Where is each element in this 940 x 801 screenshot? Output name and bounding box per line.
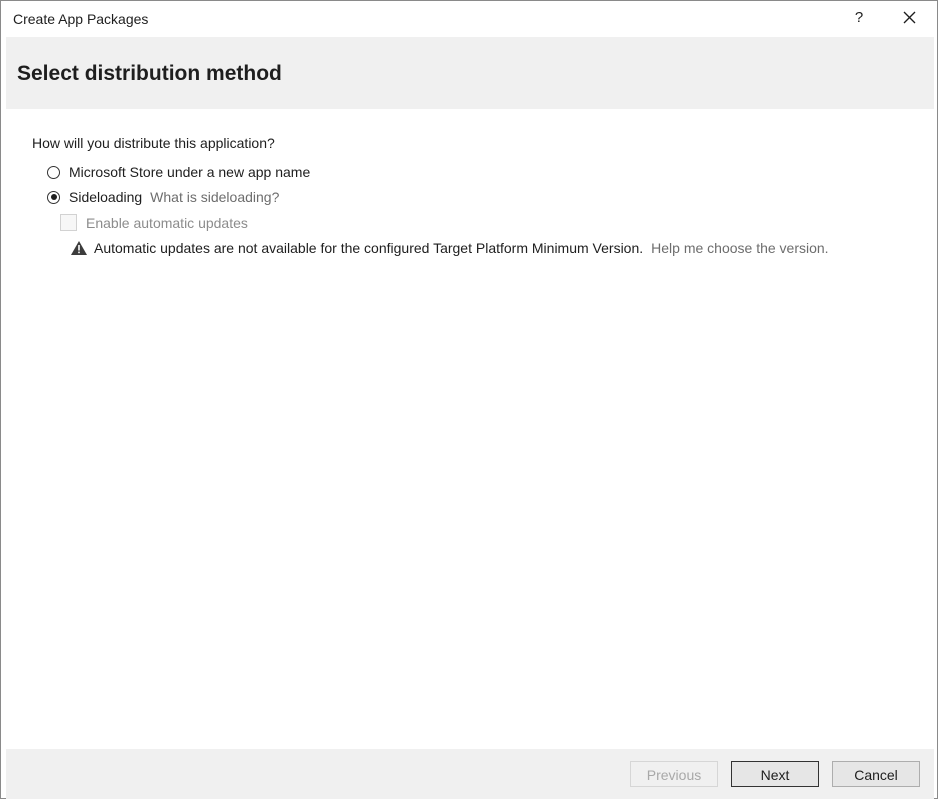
next-button[interactable]: Next	[731, 761, 819, 787]
previous-button[interactable]: Previous	[630, 761, 718, 787]
close-icon	[903, 11, 916, 24]
create-app-packages-dialog: Create App Packages ? Select distributio…	[0, 0, 938, 799]
warning-message: Automatic updates are not available for …	[70, 240, 829, 256]
warning-icon	[71, 241, 87, 255]
page-title: Select distribution method	[17, 62, 282, 85]
cancel-button[interactable]: Cancel	[832, 761, 920, 787]
checkbox-label: Enable automatic updates	[86, 214, 248, 231]
title-bar: Create App Packages ?	[1, 1, 937, 37]
option-sideloading[interactable]: Sideloading What is sideloading?	[47, 187, 279, 207]
help-choose-version-link[interactable]: Help me choose the version.	[651, 240, 828, 256]
enable-auto-updates-row[interactable]: Enable automatic updates	[60, 214, 248, 231]
option-microsoft-store[interactable]: Microsoft Store under a new app name	[47, 162, 310, 182]
what-is-sideloading-link[interactable]: What is sideloading?	[150, 189, 279, 205]
window-title: Create App Packages	[13, 11, 149, 27]
radio-microsoft-store[interactable]	[47, 165, 60, 179]
option-label: Microsoft Store under a new app name	[69, 164, 311, 180]
help-button[interactable]: ?	[847, 5, 871, 31]
page-header: Select distribution method	[6, 37, 934, 109]
radio-sideloading[interactable]	[47, 190, 60, 204]
distribution-question: How will you distribute this application…	[32, 135, 275, 151]
option-label: Sideloading	[69, 189, 143, 205]
close-button[interactable]	[897, 5, 923, 31]
warning-text: Automatic updates are not available for …	[94, 240, 644, 256]
enable-auto-updates-checkbox[interactable]	[60, 214, 77, 231]
content-area: How will you distribute this application…	[6, 109, 934, 749]
button-bar: Previous Next Cancel	[6, 749, 934, 799]
